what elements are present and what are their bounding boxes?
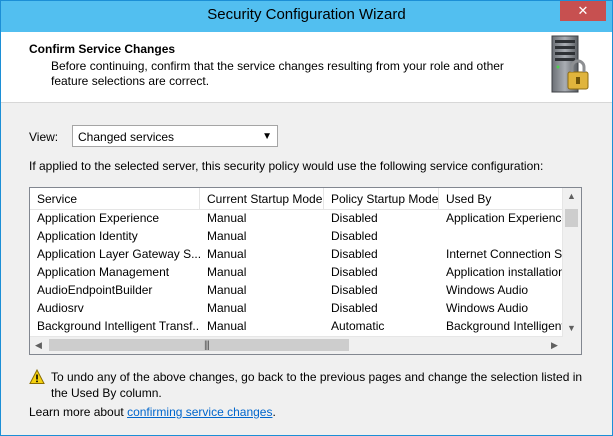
table-row[interactable]: Application Layer Gateway S... Manual Di… <box>30 245 563 263</box>
cell-service: AudioEndpointBuilder <box>37 283 153 297</box>
cell-used-by: Internet Connection Sh <box>446 247 563 261</box>
cell-current-mode: Manual <box>207 265 247 279</box>
table-row[interactable]: AudioEndpointBuilder Manual Disabled Win… <box>30 281 563 299</box>
list-header: Service Current Startup Mode Policy Star… <box>30 188 563 210</box>
table-row[interactable]: Application Management Manual Disabled A… <box>30 263 563 281</box>
server-lock-icon <box>551 35 589 93</box>
cell-policy-mode: Disabled <box>331 229 378 243</box>
cell-current-mode: Manual <box>207 319 247 333</box>
cell-policy-mode: Disabled <box>331 211 378 225</box>
confirming-service-changes-link[interactable]: confirming service changes <box>127 405 272 419</box>
service-list[interactable]: Service Current Startup Mode Policy Star… <box>29 187 582 355</box>
cell-used-by: Background Intelligent <box>446 319 563 333</box>
cell-service: Application Management <box>37 265 170 279</box>
cell-current-mode: Manual <box>207 301 247 315</box>
table-row[interactable]: Background Intelligent Transf... Manual … <box>30 317 563 335</box>
learn-more-text: Learn more about confirming service chan… <box>29 405 276 419</box>
cell-policy-mode: Disabled <box>331 283 378 297</box>
cell-current-mode: Manual <box>207 283 247 297</box>
vertical-scroll-thumb[interactable] <box>565 209 578 227</box>
cell-service: Application Experience <box>37 211 160 225</box>
cell-service: Application Layer Gateway S... <box>37 247 200 261</box>
horizontal-scroll-thumb[interactable]: ||| <box>49 339 349 351</box>
info-text: If applied to the selected server, this … <box>29 159 544 173</box>
column-header-current-startup[interactable]: Current Startup Mode <box>200 188 324 209</box>
cell-policy-mode: Disabled <box>331 265 378 279</box>
column-header-policy-startup[interactable]: Policy Startup Mode <box>324 188 439 209</box>
learn-more-suffix: . <box>272 405 276 419</box>
cell-current-mode: Manual <box>207 229 247 243</box>
cell-current-mode: Manual <box>207 247 247 261</box>
cell-used-by: Windows Audio <box>446 283 529 297</box>
scroll-right-icon[interactable]: ▶ <box>546 337 563 354</box>
cell-used-by <box>439 227 563 245</box>
view-label: View: <box>29 130 59 144</box>
page-title: Confirm Service Changes <box>29 42 176 56</box>
vertical-scrollbar[interactable]: ▲ ▼ <box>562 188 581 337</box>
page-description: Before continuing, confirm that the serv… <box>51 59 504 88</box>
table-row[interactable]: Application Experience Manual Disabled A… <box>30 209 563 227</box>
close-button[interactable]: ✕ <box>560 1 606 21</box>
learn-more-prefix: Learn more about <box>29 405 128 419</box>
scroll-left-icon[interactable]: ◀ <box>30 337 47 354</box>
cell-policy-mode: Disabled <box>331 247 378 261</box>
chevron-down-icon: ▼ <box>262 131 272 142</box>
table-row[interactable]: Audiosrv Manual Disabled Windows Audio <box>30 299 563 317</box>
scroll-up-icon[interactable]: ▲ <box>563 188 580 205</box>
cell-used-by: Application installation <box>446 265 563 279</box>
cell-policy-mode: Disabled <box>331 301 378 315</box>
wizard-window: Security Configuration Wizard ✕ Confirm … <box>0 0 613 436</box>
cell-policy-mode: Automatic <box>331 319 385 333</box>
view-dropdown[interactable]: Changed services ▼ <box>72 125 278 147</box>
scrollbar-corner <box>563 337 581 354</box>
title-bar: Security Configuration Wizard ✕ <box>1 1 612 32</box>
cell-used-by: Windows Audio <box>446 301 529 315</box>
cell-service: Background Intelligent Transf... <box>37 319 200 333</box>
warning-text: To undo any of the above changes, go bac… <box>51 370 583 400</box>
warning-icon <box>29 369 45 384</box>
view-dropdown-value: Changed services <box>78 130 175 144</box>
column-header-service[interactable]: Service <box>30 188 200 209</box>
grip-icon: ||| <box>204 340 210 351</box>
table-row[interactable]: Application Identity Manual Disabled <box>30 227 563 245</box>
cell-used-by: Application Experience <box>446 211 563 225</box>
wizard-header: Confirm Service Changes Before continuin… <box>1 32 612 103</box>
horizontal-scrollbar[interactable]: ◀ ||| ▶ <box>30 336 563 354</box>
window-title: Security Configuration Wizard <box>207 6 406 23</box>
cell-current-mode: Manual <box>207 211 247 225</box>
column-header-used-by[interactable]: Used By <box>439 188 563 209</box>
list-rows: Application Experience Manual Disabled A… <box>30 209 563 335</box>
cell-service: Application Identity <box>37 229 138 243</box>
scroll-down-icon[interactable]: ▼ <box>563 320 580 337</box>
cell-service: Audiosrv <box>37 301 84 315</box>
